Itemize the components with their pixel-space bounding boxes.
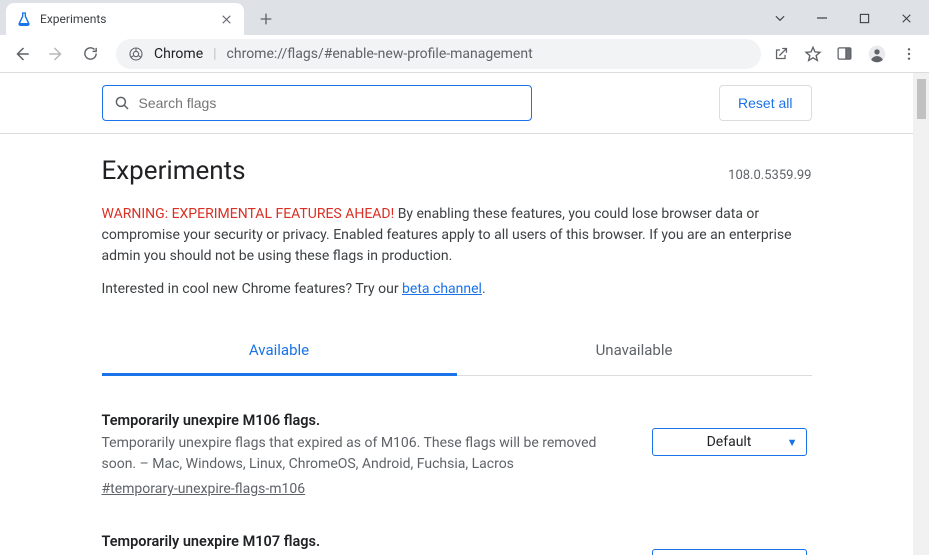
search-icon <box>113 94 131 112</box>
flag-permalink[interactable]: #temporary-unexpire-flags-m106 <box>102 481 306 497</box>
kebab-menu-icon[interactable] <box>901 46 917 62</box>
close-tab-icon[interactable] <box>218 11 234 27</box>
forward-button[interactable] <box>42 40 70 68</box>
titlebar: Experiments <box>0 0 929 35</box>
flag-row: Temporarily unexpire M107 flags. Tempora… <box>102 497 812 555</box>
flask-icon <box>16 11 32 27</box>
beta-prompt: Interested in cool new Chrome features? … <box>102 281 812 297</box>
flag-description: Temporarily unexpire flags that expired … <box>102 433 628 475</box>
search-header: Reset all <box>0 73 913 134</box>
version-label: 108.0.5359.99 <box>728 168 811 183</box>
close-window-icon[interactable] <box>897 12 915 25</box>
scrollbar-thumb[interactable] <box>917 79 926 119</box>
window-controls <box>771 11 929 35</box>
tab-title: Experiments <box>40 12 218 26</box>
chevron-down-icon: ▼ <box>787 436 798 449</box>
tab-unavailable[interactable]: Unavailable <box>457 327 812 375</box>
reset-all-button[interactable]: Reset all <box>719 85 811 121</box>
scrollbar[interactable] <box>913 73 929 555</box>
flag-select[interactable]: Default ▼ <box>652 428 807 456</box>
tab-available[interactable]: Available <box>102 327 457 376</box>
warning-label: WARNING: EXPERIMENTAL FEATURES AHEAD! <box>102 206 395 222</box>
warning-text: WARNING: EXPERIMENTAL FEATURES AHEAD! By… <box>102 204 812 267</box>
flag-tabs: Available Unavailable <box>102 327 812 376</box>
page-title: Experiments <box>102 156 246 186</box>
side-panel-icon[interactable] <box>836 45 853 62</box>
flag-select[interactable]: Default ▼ <box>652 549 807 555</box>
reload-button[interactable] <box>76 40 104 68</box>
new-tab-button[interactable] <box>252 5 280 33</box>
address-bar[interactable]: Chrome | chrome://flags/#enable-new-prof… <box>116 39 761 69</box>
bookmark-icon[interactable] <box>804 45 822 63</box>
flag-title: Temporarily unexpire M106 flags. <box>102 412 628 429</box>
url-divider: | <box>213 46 216 62</box>
chevron-down-icon[interactable] <box>771 11 789 25</box>
url-scheme-label: Chrome <box>154 46 203 62</box>
back-button[interactable] <box>8 40 36 68</box>
flag-row: Temporarily unexpire M106 flags. Tempora… <box>102 376 812 497</box>
browser-toolbar: Chrome | chrome://flags/#enable-new-prof… <box>0 35 929 73</box>
search-flags-box[interactable] <box>102 85 532 121</box>
page-content: Reset all Experiments 108.0.5359.99 WARN… <box>0 73 929 555</box>
minimize-icon[interactable] <box>813 12 831 24</box>
maximize-icon[interactable] <box>855 13 873 24</box>
browser-tab[interactable]: Experiments <box>6 3 244 35</box>
chrome-page-icon <box>128 46 144 62</box>
share-icon[interactable] <box>773 45 790 62</box>
flag-title: Temporarily unexpire M107 flags. <box>102 533 628 550</box>
flag-select-value: Default <box>707 434 752 450</box>
search-input[interactable] <box>139 95 521 111</box>
url-text: chrome://flags/#enable-new-profile-manag… <box>227 46 533 62</box>
beta-channel-link[interactable]: beta channel <box>402 281 482 297</box>
profile-icon[interactable] <box>867 44 887 64</box>
